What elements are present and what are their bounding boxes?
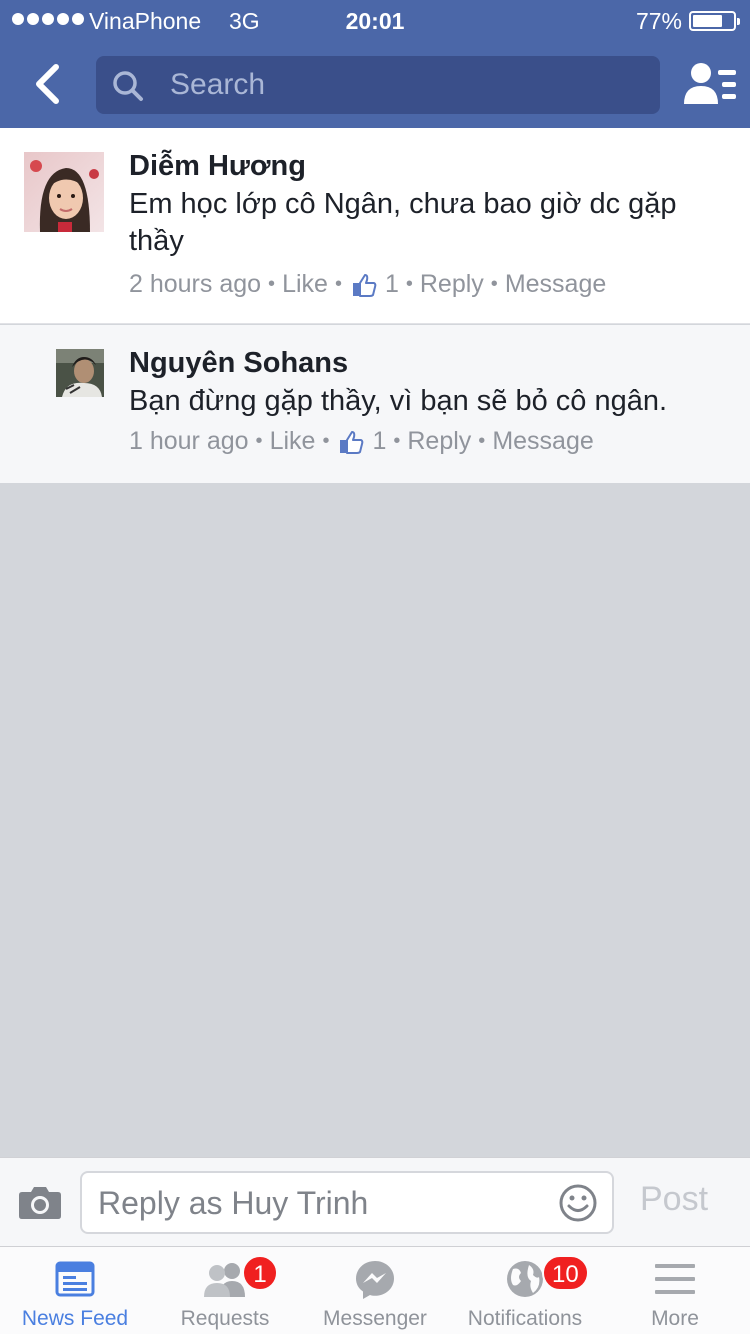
- comment-author[interactable]: Nguyên Sohans: [129, 347, 348, 380]
- camera-icon: [19, 1187, 61, 1219]
- thumbs-up-icon: [338, 429, 364, 455]
- tab-label: Notifications: [467, 1307, 583, 1330]
- like-link[interactable]: Like: [270, 427, 316, 456]
- comment: Diễm Hương Em học lớp cô Ngân, chưa bao …: [0, 128, 750, 324]
- globe-icon: [507, 1261, 543, 1297]
- reply-composer: Post: [0, 1157, 750, 1246]
- comment-meta: 1 hour ago • Like • 1 • Reply • Message: [129, 427, 594, 456]
- tab-news-feed[interactable]: News Feed: [0, 1247, 150, 1334]
- battery-icon: [689, 11, 740, 31]
- reply-link[interactable]: Reply: [420, 270, 484, 299]
- like-count: 1: [372, 427, 387, 455]
- comment-author[interactable]: Diễm Hương: [129, 150, 306, 183]
- tab-more[interactable]: More: [600, 1247, 750, 1334]
- navigation-bar: [0, 40, 750, 128]
- separator-dot: •: [334, 273, 342, 295]
- status-bar: VinaPhone 3G 20:01 77%: [0, 0, 750, 40]
- messenger-icon: [356, 1261, 394, 1299]
- comment-timestamp: 2 hours ago: [129, 270, 262, 298]
- tab-notifications[interactable]: 10 Notifications: [450, 1247, 600, 1334]
- tab-label: Messenger: [323, 1307, 427, 1330]
- post-button[interactable]: Post: [640, 1180, 708, 1219]
- tab-label: News Feed: [21, 1307, 129, 1330]
- separator-dot: •: [393, 430, 401, 452]
- search-bar[interactable]: [96, 56, 660, 114]
- message-link[interactable]: Message: [492, 427, 593, 456]
- separator-dot: •: [268, 273, 276, 295]
- menu-icon: [655, 1264, 695, 1294]
- tab-messenger[interactable]: Messenger: [300, 1247, 450, 1334]
- thumbs-up-icon: [351, 272, 377, 298]
- camera-button[interactable]: [18, 1184, 62, 1225]
- reply-box[interactable]: [80, 1171, 614, 1234]
- search-icon: [113, 71, 143, 101]
- tab-label: Requests: [180, 1307, 270, 1330]
- avatar[interactable]: [24, 152, 104, 232]
- comment-meta: 2 hours ago • Like • 1 • Reply • Message: [129, 270, 606, 299]
- news-feed-icon: [55, 1261, 95, 1297]
- chevron-left-icon: [36, 64, 59, 104]
- tab-requests[interactable]: 1 Requests: [150, 1247, 300, 1334]
- reply-input[interactable]: [98, 1181, 538, 1225]
- separator-dot: •: [478, 430, 486, 452]
- comment-timestamp: 1 hour ago: [129, 427, 249, 455]
- requests-badge: 1: [242, 1255, 278, 1291]
- tab-bar: News Feed 1 Requests Messenger 10 Notifi…: [0, 1246, 750, 1334]
- tab-label: More: [651, 1307, 699, 1330]
- separator-dot: •: [322, 430, 330, 452]
- reply-link[interactable]: Reply: [407, 427, 471, 456]
- like-link[interactable]: Like: [282, 270, 328, 299]
- search-input[interactable]: [170, 64, 640, 106]
- emoji-icon[interactable]: [558, 1183, 598, 1223]
- separator-dot: •: [490, 273, 498, 295]
- message-link[interactable]: Message: [505, 270, 606, 299]
- comment-text: Bạn đừng gặp thầy, vì bạn sẽ bỏ cô ngân.: [129, 385, 668, 417]
- friends-list-icon: [684, 63, 736, 104]
- like-count: 1: [384, 270, 399, 298]
- notifications-badge: 10: [542, 1255, 589, 1291]
- profile-photo: [24, 152, 104, 232]
- battery-percent: 77%: [635, 8, 682, 34]
- friends-list-button[interactable]: [684, 60, 738, 108]
- back-button[interactable]: [22, 58, 72, 110]
- separator-dot: •: [405, 273, 413, 295]
- avatar[interactable]: [56, 349, 104, 397]
- friend-requests-icon: [204, 1263, 245, 1297]
- profile-photo: [56, 349, 104, 397]
- separator-dot: •: [255, 430, 263, 452]
- comment-text: Em học lớp cô Ngân, chưa bao giờ dc gặp …: [129, 188, 677, 257]
- comment-reply: Nguyên Sohans Bạn đừng gặp thầy, vì bạn …: [0, 325, 750, 483]
